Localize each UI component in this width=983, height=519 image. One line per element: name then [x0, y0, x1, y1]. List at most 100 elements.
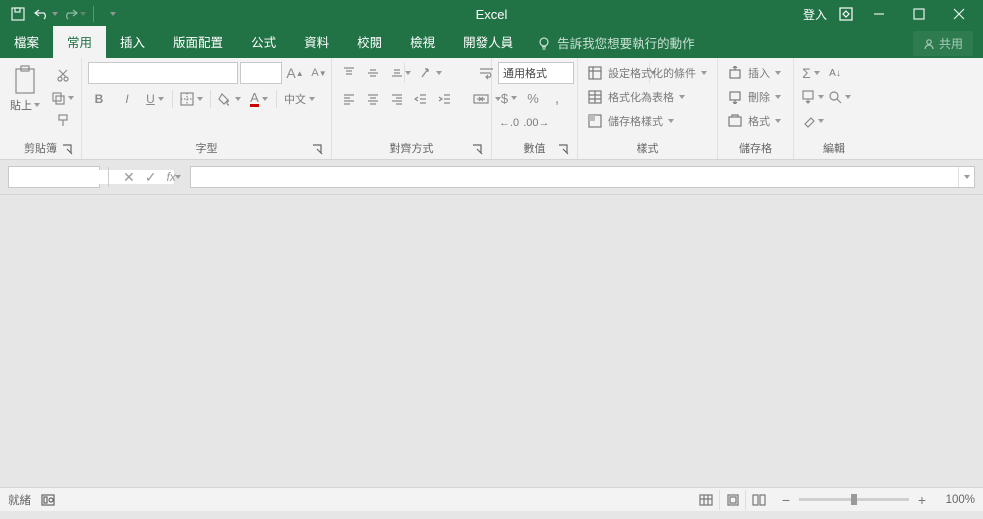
sort-filter-button[interactable]: A↓: [824, 62, 846, 84]
group-alignment-label: 對齊方式: [390, 143, 434, 155]
scissors-icon: [56, 68, 70, 82]
font-name-combo[interactable]: [88, 62, 238, 84]
italic-button[interactable]: I: [116, 88, 138, 110]
table-icon: [588, 90, 602, 104]
macro-record-button[interactable]: [41, 493, 55, 507]
conditional-formatting-button[interactable]: 設定格式化的條件: [584, 62, 711, 84]
status-ready: 就緒: [8, 492, 31, 508]
cut-button[interactable]: [50, 64, 75, 86]
zoom-percent[interactable]: 100%: [935, 494, 975, 506]
format-cells-button[interactable]: 格式: [724, 110, 784, 132]
format-painter-button[interactable]: [50, 110, 75, 132]
bucket-icon: [218, 92, 232, 106]
minimize-button[interactable]: [859, 0, 899, 28]
undo-button[interactable]: [34, 2, 58, 26]
zoom-in-button[interactable]: +: [915, 493, 929, 507]
fill-button[interactable]: [800, 86, 825, 108]
copy-icon: [51, 91, 65, 105]
quick-access-toolbar: [0, 2, 125, 26]
formula-input[interactable]: [191, 170, 958, 185]
share-label: 共用: [939, 35, 963, 52]
increase-decimal-button[interactable]: ←.0: [498, 112, 520, 134]
worksheet-area[interactable]: [0, 195, 983, 487]
comma-format-button[interactable]: ,: [546, 87, 568, 109]
find-select-button[interactable]: [827, 86, 852, 108]
clear-button[interactable]: [800, 110, 825, 132]
fill-color-button[interactable]: [217, 88, 242, 110]
align-bottom-button[interactable]: [386, 62, 408, 84]
font-color-button[interactable]: A: [248, 88, 270, 110]
insert-cells-button[interactable]: 插入: [724, 62, 784, 84]
decrease-decimal-button[interactable]: .00→: [522, 112, 550, 134]
tab-data[interactable]: 資料: [290, 26, 343, 58]
sign-in-button[interactable]: 登入: [797, 6, 833, 23]
group-number-label: 數值: [524, 143, 546, 155]
borders-button[interactable]: [179, 88, 204, 110]
tab-page-layout[interactable]: 版面配置: [159, 26, 237, 58]
tab-formulas[interactable]: 公式: [237, 26, 290, 58]
dialog-launcher-icon[interactable]: [311, 143, 325, 157]
accounting-format-button[interactable]: $: [498, 87, 520, 109]
lightbulb-icon: [537, 36, 551, 50]
number-format-combo[interactable]: [498, 62, 574, 84]
normal-view-button[interactable]: [693, 490, 719, 510]
delete-icon: [728, 90, 742, 104]
align-middle-button[interactable]: [362, 62, 384, 84]
dialog-launcher-icon[interactable]: [61, 143, 75, 157]
formula-bar: ✕ ✓ fx: [0, 160, 983, 195]
delete-cells-button[interactable]: 刪除: [724, 86, 784, 108]
search-icon: [828, 90, 842, 104]
enter-formula-button[interactable]: ✓: [145, 169, 157, 186]
dialog-launcher-icon[interactable]: [557, 143, 571, 157]
format-as-table-button[interactable]: 格式化為表格: [584, 86, 711, 108]
orientation-button[interactable]: [418, 62, 443, 84]
insert-icon: [728, 66, 742, 80]
close-button[interactable]: [939, 0, 979, 28]
cell-styles-button[interactable]: 儲存格樣式: [584, 110, 711, 132]
expand-formula-bar-button[interactable]: [958, 167, 974, 187]
percent-format-button[interactable]: %: [522, 87, 544, 109]
orientation-icon: [419, 66, 433, 80]
qat-customize-button[interactable]: [101, 2, 125, 26]
insert-function-button[interactable]: fx: [166, 170, 175, 184]
redo-button[interactable]: [62, 2, 86, 26]
tab-home[interactable]: 常用: [53, 26, 106, 58]
cancel-formula-button[interactable]: ✕: [123, 169, 135, 186]
copy-button[interactable]: [50, 87, 75, 109]
decrease-font-button[interactable]: A▼: [308, 62, 330, 84]
tab-view[interactable]: 檢視: [396, 26, 449, 58]
tell-me-search[interactable]: 告訴我您想要執行的動作: [527, 27, 705, 58]
align-right-button[interactable]: [386, 88, 408, 110]
autosum-button[interactable]: Σ: [800, 62, 822, 84]
title-bar: Excel 登入: [0, 0, 983, 28]
save-button[interactable]: [6, 2, 30, 26]
phonetic-button[interactable]: 中文: [283, 88, 316, 110]
maximize-button[interactable]: [899, 0, 939, 28]
page-break-view-button[interactable]: [745, 490, 771, 510]
page-layout-view-button[interactable]: [719, 490, 745, 510]
name-box[interactable]: [8, 166, 100, 188]
ribbon-tabs: 檔案 常用 插入 版面配置 公式 資料 校閱 檢視 開發人員 告訴我您想要執行的…: [0, 28, 983, 58]
increase-font-button[interactable]: A▲: [284, 62, 306, 84]
tab-developer[interactable]: 開發人員: [449, 26, 527, 58]
tab-review[interactable]: 校閱: [343, 26, 396, 58]
decrease-indent-button[interactable]: [410, 88, 432, 110]
underline-button[interactable]: U: [144, 88, 166, 110]
share-button[interactable]: 共用: [913, 31, 973, 56]
align-center-button[interactable]: [362, 88, 384, 110]
zoom-out-button[interactable]: −: [779, 493, 793, 507]
align-left-button[interactable]: [338, 88, 360, 110]
bold-button[interactable]: B: [88, 88, 110, 110]
zoom-slider[interactable]: [799, 498, 909, 501]
ribbon-display-options-button[interactable]: [839, 7, 853, 21]
align-top-button[interactable]: [338, 62, 360, 84]
tab-insert[interactable]: 插入: [106, 26, 159, 58]
tab-file[interactable]: 檔案: [0, 26, 53, 58]
dialog-launcher-icon[interactable]: [471, 143, 485, 157]
font-size-combo[interactable]: [240, 62, 282, 84]
increase-indent-button[interactable]: [434, 88, 456, 110]
clipboard-icon: [12, 65, 38, 95]
paste-button[interactable]: 貼上: [6, 62, 44, 113]
font-name-input[interactable]: [89, 63, 252, 83]
group-editing-label: 編輯: [823, 143, 845, 155]
